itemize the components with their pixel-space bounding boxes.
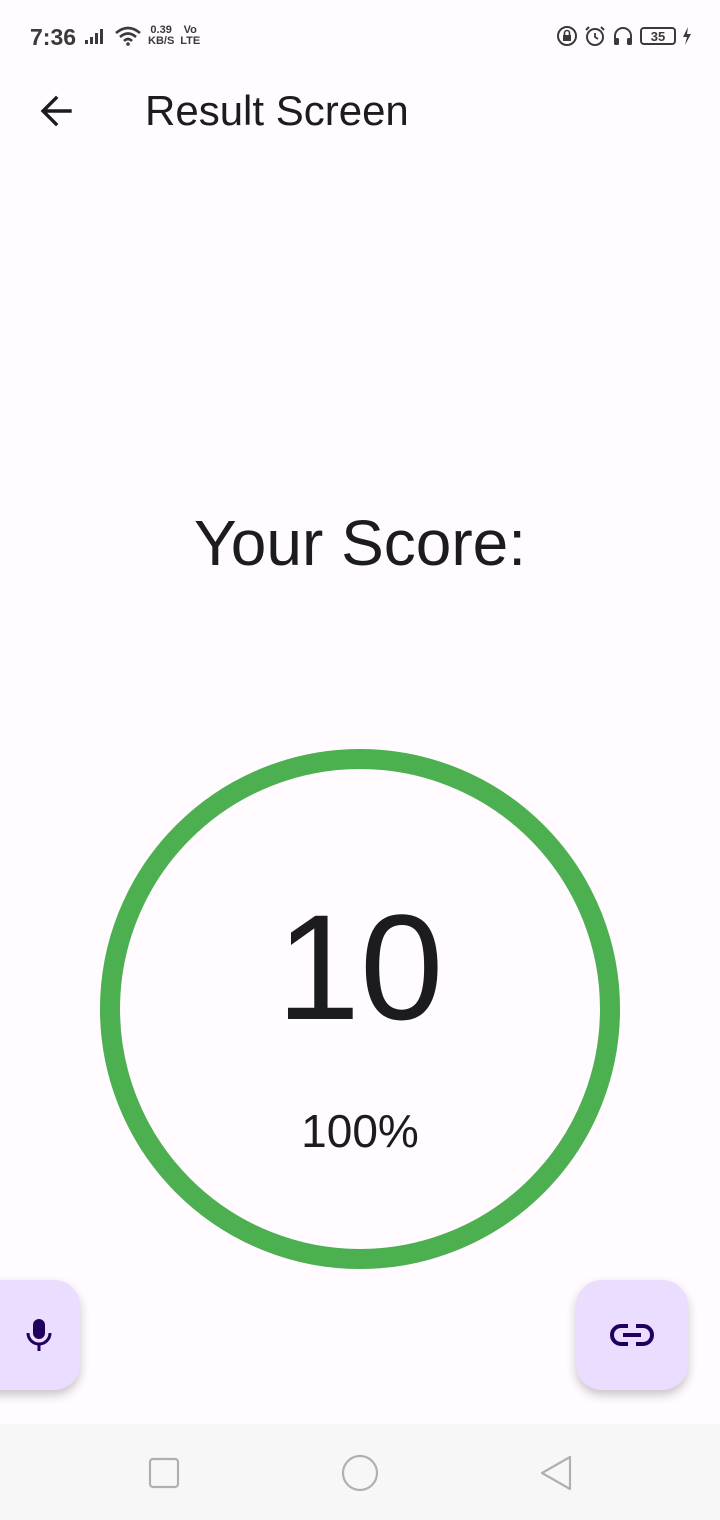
recents-button[interactable]: [139, 1448, 189, 1498]
signal-icon: [85, 29, 103, 44]
wifi-icon: [115, 26, 141, 46]
system-nav-bar: [0, 1424, 720, 1520]
battery-level: 35: [650, 28, 666, 44]
status-bar: 7:36 0.39 KB/S Vo LTE 35: [0, 0, 720, 76]
status-left-icons: 0.39 KB/S Vo LTE: [84, 25, 200, 47]
microphone-button[interactable]: [0, 1280, 80, 1390]
network-speed: 0.39 KB/S: [148, 25, 174, 47]
arrow-back-icon: [40, 95, 72, 127]
charging-icon: [683, 27, 691, 45]
headphones-icon: [614, 27, 632, 45]
status-time: 7:36: [30, 24, 77, 50]
nav-back-button[interactable]: [531, 1448, 581, 1498]
lock-rotation-icon: [557, 26, 577, 46]
score-value: 10: [276, 883, 444, 1051]
mic-icon: [26, 1319, 52, 1351]
share-link-button[interactable]: [576, 1280, 688, 1390]
network-speed-unit: KB/S: [148, 35, 175, 47]
home-button[interactable]: [335, 1448, 385, 1498]
back-button[interactable]: [24, 88, 88, 134]
score-heading: Your Score:: [193, 507, 527, 579]
home-icon: [341, 1454, 379, 1492]
app-bar: Result Screen: [0, 76, 720, 146]
volte-bottom: LTE: [180, 35, 201, 47]
page-title: Result Screen: [145, 87, 409, 134]
battery-icon: 35: [640, 27, 676, 45]
volte-indicator: Vo LTE: [180, 25, 200, 47]
score-percent: 100%: [301, 1105, 419, 1157]
back-icon: [540, 1455, 572, 1491]
alarm-icon: [585, 26, 605, 46]
link-icon: [610, 1324, 654, 1346]
recents-icon: [148, 1457, 180, 1489]
status-right-icons: 35: [556, 25, 692, 47]
